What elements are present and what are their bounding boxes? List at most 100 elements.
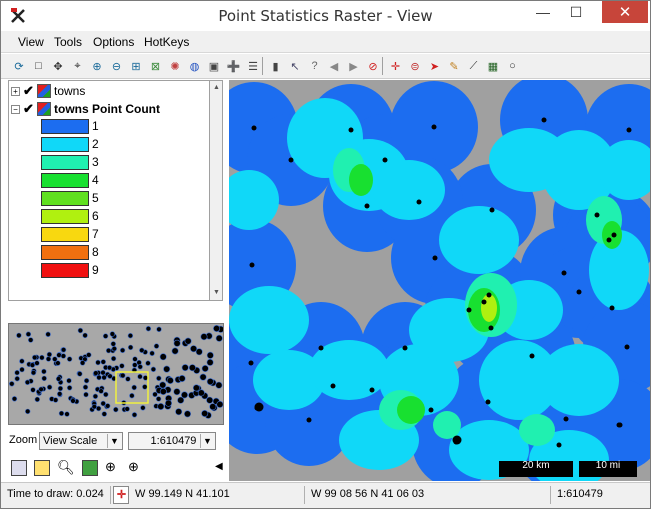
scroll-up-icon[interactable]: ▲ xyxy=(211,82,222,94)
town-point[interactable] xyxy=(488,325,494,331)
layer-manager-icon[interactable]: ☰ xyxy=(245,58,261,74)
add-layer-icon[interactable]: ➕ xyxy=(226,58,242,74)
town-point[interactable] xyxy=(556,442,562,448)
close-button[interactable]: ✕ xyxy=(602,1,648,23)
town-point[interactable] xyxy=(369,387,375,393)
redraw-icon[interactable]: ⟳ xyxy=(11,58,27,74)
query-icon[interactable]: ? xyxy=(307,58,323,74)
town-point[interactable] xyxy=(466,307,472,313)
zoom-to-layer-icon[interactable]: ⊞ xyxy=(128,58,144,74)
town-point[interactable] xyxy=(452,435,462,445)
legend-scrollbar[interactable]: ▲ ▼ xyxy=(209,80,223,301)
maximize-button[interactable]: ☐ xyxy=(561,1,591,23)
overview-map[interactable] xyxy=(8,323,224,425)
forward-icon[interactable]: ▶ xyxy=(346,58,362,74)
menu-tools[interactable]: Tools xyxy=(54,35,82,49)
zoom-tool-icon[interactable]: ⊜ xyxy=(407,58,423,74)
town-point[interactable] xyxy=(251,125,257,131)
zoom-in-icon[interactable]: ⊕ xyxy=(128,459,139,475)
zoom-to-selection-icon[interactable]: ⊠ xyxy=(148,58,164,74)
back-icon[interactable]: ◀ xyxy=(326,58,342,74)
town-point[interactable] xyxy=(561,270,567,276)
town-point[interactable] xyxy=(486,292,492,298)
layer-row-towns[interactable]: + ✔ towns xyxy=(11,83,85,99)
select-circle-icon[interactable]: ○ xyxy=(505,58,521,74)
chevron-down-icon[interactable]: ▼ xyxy=(107,434,121,448)
visibility-checkbox[interactable]: ✔ xyxy=(23,101,35,117)
town-point[interactable] xyxy=(541,117,547,123)
full-extent-icon[interactable]: □ xyxy=(31,58,47,74)
legend-entry[interactable]: 9 xyxy=(41,262,99,278)
zoom-box-icon[interactable]: ⌖ xyxy=(70,58,86,74)
menu-options[interactable]: Options xyxy=(93,35,134,49)
town-point[interactable] xyxy=(576,289,582,295)
minimize-button[interactable]: — xyxy=(528,1,558,23)
layer-icon[interactable] xyxy=(34,460,50,476)
town-point[interactable] xyxy=(348,127,354,133)
chevron-down-icon[interactable]: ▼ xyxy=(200,434,214,448)
zoom-in-icon[interactable]: ⊕ xyxy=(89,58,105,74)
town-point[interactable] xyxy=(626,127,632,133)
town-point[interactable] xyxy=(529,353,535,359)
map-canvas[interactable] xyxy=(229,80,650,481)
menu-view[interactable]: View xyxy=(18,35,44,49)
zoom-out-icon[interactable]: ⊖ xyxy=(109,58,125,74)
town-point[interactable] xyxy=(594,212,600,218)
legend-entry[interactable]: 3 xyxy=(41,154,99,170)
town-point[interactable] xyxy=(431,124,437,130)
town-point[interactable] xyxy=(609,305,615,311)
cancel-icon[interactable]: ⊘ xyxy=(365,58,381,74)
town-point[interactable] xyxy=(432,255,438,261)
town-point[interactable] xyxy=(416,199,422,205)
town-point[interactable] xyxy=(249,262,255,268)
legend-entry[interactable]: 1 xyxy=(41,118,99,134)
town-point[interactable] xyxy=(563,416,569,422)
town-point[interactable] xyxy=(428,407,434,413)
image-icon[interactable]: ▦ xyxy=(485,58,501,74)
zoom-to-layer-icon[interactable]: ⊕ xyxy=(105,459,116,475)
town-point[interactable] xyxy=(489,207,495,213)
select-icon[interactable]: ▮ xyxy=(268,58,284,74)
menu-hotkeys[interactable]: HotKeys xyxy=(144,35,189,49)
globe-icon[interactable]: ◍ xyxy=(187,58,203,74)
pointer-icon[interactable]: ➤ xyxy=(427,58,443,74)
town-point[interactable] xyxy=(611,232,617,238)
collapse-toggle[interactable]: − xyxy=(11,104,20,114)
collapse-panel-icon[interactable]: ◀ xyxy=(215,461,223,472)
town-point[interactable] xyxy=(481,299,487,305)
zoom-scale-select[interactable]: 1:610479 ▼ xyxy=(128,432,216,450)
town-point[interactable] xyxy=(254,402,264,412)
legend-view-icon[interactable] xyxy=(11,460,27,476)
town-point[interactable] xyxy=(364,203,370,209)
legend-entry[interactable]: 6 xyxy=(41,208,99,224)
town-point[interactable] xyxy=(485,399,491,405)
layer-row-towns-point-count[interactable]: − ✔ towns Point Count xyxy=(11,101,160,117)
expand-toggle[interactable]: + xyxy=(11,86,20,96)
snapshot-icon[interactable]: ▣ xyxy=(206,58,222,74)
visibility-checkbox[interactable]: ✔ xyxy=(23,83,35,99)
town-point[interactable] xyxy=(318,345,324,351)
pencil-icon[interactable]: ✎ xyxy=(446,58,462,74)
map-view[interactable]: 20 km 10 mi xyxy=(229,80,650,481)
town-point[interactable] xyxy=(606,237,612,243)
legend-entry[interactable]: 7 xyxy=(41,226,99,242)
select-point-icon[interactable]: ↖ xyxy=(287,58,303,74)
zoom-mode-select[interactable]: View Scale ▼ xyxy=(39,432,123,450)
town-point[interactable] xyxy=(330,383,336,389)
town-point[interactable] xyxy=(402,345,408,351)
search-icon[interactable]: 🔍︎ xyxy=(57,459,75,476)
town-point[interactable] xyxy=(248,360,254,366)
town-point[interactable] xyxy=(624,344,630,350)
town-point[interactable] xyxy=(382,157,388,163)
scroll-down-icon[interactable]: ▼ xyxy=(211,287,222,299)
move-icon[interactable]: ✛ xyxy=(388,58,404,74)
gps-icon[interactable]: ✺ xyxy=(167,58,183,74)
legend-entry[interactable]: 2 xyxy=(41,136,99,152)
pan-icon[interactable]: ✥ xyxy=(50,58,66,74)
town-point[interactable] xyxy=(288,157,294,163)
legend-entry[interactable]: 5 xyxy=(41,190,99,206)
legend-entry[interactable]: 4 xyxy=(41,172,99,188)
measure-icon[interactable]: ⟋ xyxy=(466,58,482,74)
crosshair-icon[interactable]: ✛ xyxy=(113,486,129,504)
image-view-icon[interactable] xyxy=(82,460,98,476)
